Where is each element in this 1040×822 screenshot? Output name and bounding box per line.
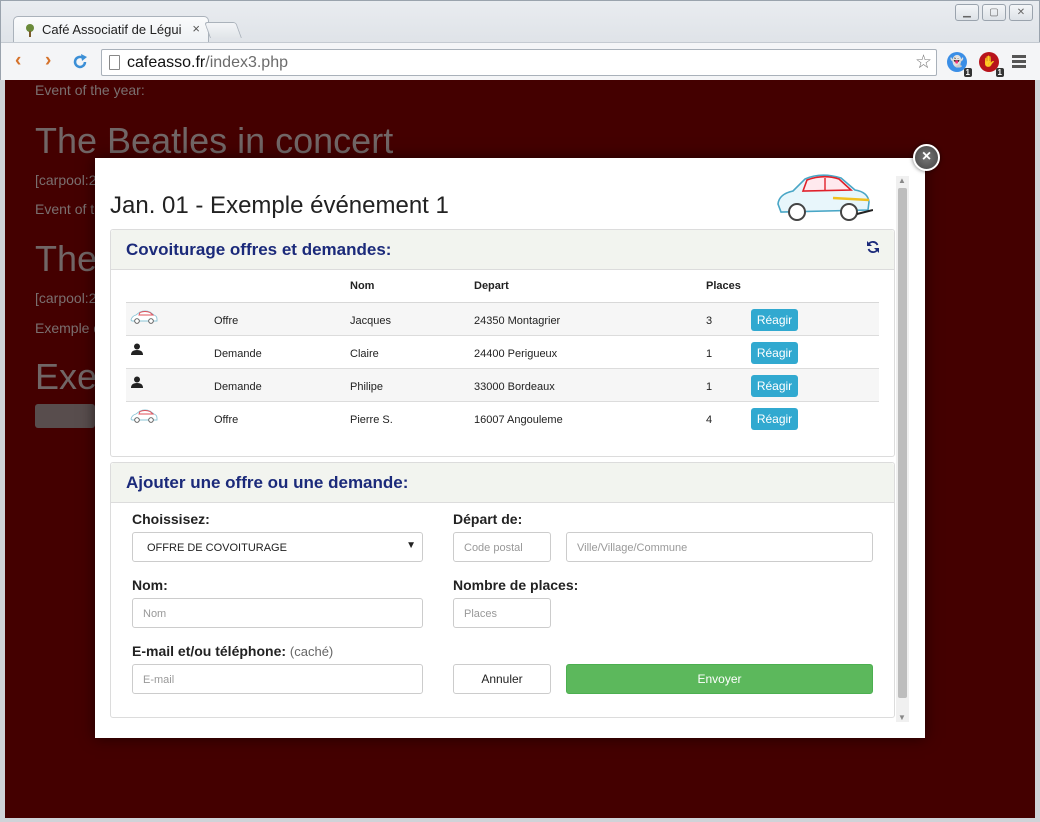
- places-label: Nombre de places:: [453, 577, 579, 593]
- row-places: 1: [706, 348, 713, 360]
- row-nom: Philipe: [350, 381, 384, 393]
- ghostery-extension-icon[interactable]: 👻 1: [947, 52, 972, 77]
- row-depart: 24350 Montagrier: [474, 315, 561, 327]
- carpool-list-heading: Covoiturage offres et demandes:: [111, 230, 894, 270]
- ext-badge: 1: [995, 68, 1004, 77]
- scroll-down-icon[interactable]: ▼: [898, 713, 906, 722]
- row-type: Demande: [214, 381, 262, 393]
- row-type: Offre: [214, 315, 239, 327]
- choose-label: Choissisez:: [132, 511, 210, 527]
- table-row: Offre Pierre S. 16007 Angouleme 4 Réagir: [126, 402, 879, 435]
- car-icon: [130, 409, 158, 423]
- town-input[interactable]: Ville/Village/Commune: [566, 532, 873, 562]
- reagir-button[interactable]: Réagir: [751, 309, 798, 331]
- column-header-depart: Depart: [474, 280, 509, 292]
- modal-scrollbar[interactable]: ▲ ▼: [896, 176, 909, 722]
- page-icon: [109, 55, 120, 70]
- row-type: Offre: [214, 414, 239, 426]
- row-places: 1: [706, 381, 713, 393]
- url-path: /index3.php: [205, 54, 288, 71]
- reload-icon[interactable]: [71, 53, 89, 71]
- window-close-button[interactable]: ✕: [1009, 4, 1033, 21]
- depart-label: Départ de:: [453, 511, 523, 527]
- modal-title: Jan. 01 - Exemple événement 1: [110, 192, 449, 219]
- table-row: Demande Claire 24400 Perigueux 1 Réagir: [126, 336, 879, 369]
- add-offer-heading: Ajouter une offre ou une demande:: [111, 463, 894, 503]
- row-nom: Jacques: [350, 315, 391, 327]
- person-icon: [131, 343, 143, 355]
- carpool-table: Nom Depart Places Offre Jacques 24350 Mo…: [126, 275, 879, 435]
- browser-chrome: Café Associatif de Légui × ▁ ▢ ✕ ‹ › caf…: [0, 0, 1040, 80]
- minimize-button[interactable]: ▁: [955, 4, 979, 21]
- cancel-button[interactable]: Annuler: [453, 664, 551, 694]
- contact-label: E-mail et/ou téléphone: (caché): [132, 643, 333, 659]
- row-nom: Pierre S.: [350, 414, 393, 426]
- browser-tab[interactable]: Café Associatif de Légui ×: [13, 16, 209, 42]
- browser-toolbar: ‹ › cafeasso.fr/index3.php ☆ 👻 1 ✋ 1: [1, 42, 1040, 80]
- row-nom: Claire: [350, 348, 379, 360]
- name-input[interactable]: Nom: [132, 598, 423, 628]
- refresh-icon[interactable]: [866, 240, 880, 254]
- add-offer-panel: Ajouter une offre ou une demande: Choiss…: [110, 462, 895, 718]
- carpool-modal: Jan. 01 - Exemple événement 1 ▲ ▼ Covoit…: [95, 158, 925, 738]
- postal-code-input[interactable]: Code postal: [453, 532, 551, 562]
- row-depart: 33000 Bordeaux: [474, 381, 555, 393]
- places-input[interactable]: Places: [453, 598, 551, 628]
- reagir-button[interactable]: Réagir: [751, 342, 798, 364]
- table-row: Demande Philipe 33000 Bordeaux 1 Réagir: [126, 369, 879, 402]
- contact-hint: (caché): [289, 644, 334, 659]
- send-button[interactable]: Envoyer: [566, 664, 873, 694]
- address-bar[interactable]: cafeasso.fr/index3.php ☆: [101, 49, 937, 76]
- back-icon[interactable]: ‹: [15, 51, 21, 71]
- reagir-button[interactable]: Réagir: [751, 375, 798, 397]
- chevron-down-icon: ▼: [406, 540, 416, 551]
- modal-close-button[interactable]: ×: [913, 144, 940, 171]
- email-input[interactable]: E-mail: [132, 664, 423, 694]
- bookmark-star-icon[interactable]: ☆: [915, 51, 932, 74]
- row-depart: 16007 Angouleme: [474, 414, 563, 426]
- person-icon: [131, 376, 143, 388]
- row-type: Demande: [214, 348, 262, 360]
- column-header-places: Places: [706, 280, 741, 292]
- cafe-favicon-icon: [26, 24, 34, 37]
- ext-badge: 1: [963, 68, 972, 77]
- name-label: Nom:: [132, 577, 168, 593]
- carpool-list-panel: Covoiturage offres et demandes: Nom Depa…: [110, 229, 895, 457]
- table-header: Nom Depart Places: [126, 275, 879, 303]
- tab-close-icon[interactable]: ×: [192, 21, 200, 36]
- scroll-up-icon[interactable]: ▲: [898, 176, 906, 185]
- contact-label-text: E-mail et/ou téléphone:: [132, 643, 287, 659]
- row-places: 3: [706, 315, 713, 327]
- offer-type-value: OFFRE DE COVOITURAGE: [147, 542, 287, 554]
- new-tab-button[interactable]: [204, 22, 242, 38]
- browser-menu-icon[interactable]: [1012, 55, 1026, 70]
- offer-type-select[interactable]: OFFRE DE COVOITURAGE ▼: [132, 532, 423, 562]
- window-controls: ▁ ▢ ✕: [955, 4, 1033, 21]
- tab-title: Café Associatif de Légui: [42, 22, 182, 37]
- forward-icon[interactable]: ›: [45, 51, 51, 71]
- table-row: Offre Jacques 24350 Montagrier 3 Réagir: [126, 303, 879, 336]
- car-logo-icon: [777, 174, 873, 221]
- scrollbar-thumb[interactable]: [898, 188, 907, 698]
- row-places: 4: [706, 414, 713, 426]
- row-depart: 24400 Perigueux: [474, 348, 558, 360]
- car-icon: [130, 310, 158, 324]
- adblock-extension-icon[interactable]: ✋ 1: [979, 52, 1004, 77]
- carpool-list-title: Covoiturage offres et demandes:: [126, 240, 392, 259]
- reagir-button[interactable]: Réagir: [751, 408, 798, 430]
- maximize-button[interactable]: ▢: [982, 4, 1006, 21]
- column-header-nom: Nom: [350, 280, 375, 292]
- add-offer-title: Ajouter une offre ou une demande:: [126, 473, 409, 492]
- url-host: cafeasso.fr: [127, 54, 206, 71]
